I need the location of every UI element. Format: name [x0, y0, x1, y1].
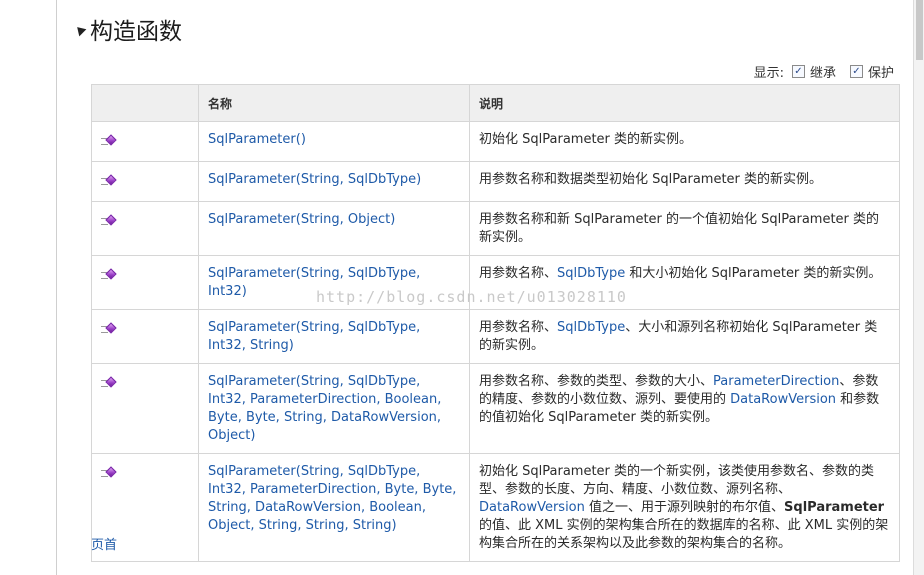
constructor-link[interactable]: SqlParameter(String, SqlDbType, Int32, P…	[208, 464, 456, 533]
table-row: SqlParameter(String, SqlDbType) 用参数名称和数据类…	[91, 161, 900, 202]
vertical-scrollbar[interactable]	[913, 0, 924, 575]
table-row: SqlParameter(String, SqlDbType, Int32, S…	[91, 309, 900, 364]
description-text: 用参数名称、参数的类型、参数的大小、	[479, 374, 714, 389]
row-description-cell: 用参数名称、SqlDbType 和大小初始化 SqlParameter 类的新实…	[469, 255, 900, 310]
row-icon-cell	[91, 121, 199, 162]
description-text: 初始化 SqlParameter 类的一个新实例，该类使用参数名、参数的类型、参…	[479, 464, 875, 497]
table-row: SqlParameter(String, SqlDbType, Int32, P…	[91, 363, 900, 454]
icon-column-header	[91, 84, 199, 122]
back-to-top-link[interactable]: 页首	[91, 534, 117, 553]
description-text: 用参数名称和新 SqlParameter 的一个值初始化 SqlParamete…	[479, 212, 880, 245]
protected-checkbox[interactable]: ✓	[849, 65, 863, 78]
protected-label[interactable]: 保护	[868, 62, 894, 81]
filter-label: 显示:	[753, 66, 784, 81]
member-filter-bar: 显示: ✓ 继承 ✓ 保护	[754, 62, 900, 81]
row-icon-cell	[91, 363, 199, 454]
row-name-cell: SqlParameter(String, SqlDbType, Int32, P…	[198, 453, 470, 562]
public-method-icon	[101, 322, 119, 335]
section-header[interactable]: 构造函数	[73, 12, 182, 46]
table-row: SqlParameter(String, Object) 用参数名称和新 SqlP…	[91, 201, 900, 256]
constructor-link[interactable]: SqlParameter()	[208, 132, 306, 147]
row-name-cell: SqlParameter()	[198, 121, 470, 162]
row-description-cell: 用参数名称和数据类型初始化 SqlParameter 类的新实例。	[469, 161, 900, 202]
constructor-link[interactable]: SqlParameter(String, SqlDbType, Int32, P…	[208, 374, 441, 443]
row-name-cell: SqlParameter(String, SqlDbType)	[198, 161, 470, 202]
description-text: 的值、此 XML 实例的架构集合所在的数据库的名称、此 XML 实例的架构集合所…	[479, 518, 889, 551]
description-text: 初始化 SqlParameter 类的新实例。	[479, 132, 693, 147]
type-link[interactable]: SqlDbType	[557, 320, 625, 335]
row-name-cell: SqlParameter(String, Object)	[198, 201, 470, 256]
table-header-row: 名称 说明	[91, 84, 900, 122]
description-text: 用参数名称、	[479, 320, 558, 335]
public-method-icon	[101, 214, 119, 227]
row-icon-cell	[91, 161, 199, 202]
table-row: SqlParameter(String, SqlDbType, Int32, P…	[91, 453, 900, 562]
row-icon-cell	[91, 255, 199, 310]
row-name-cell: SqlParameter(String, SqlDbType, Int32, S…	[198, 309, 470, 364]
name-column-header: 名称	[198, 84, 470, 122]
scrollbar-thumb[interactable]	[916, 0, 923, 60]
description-text: 值之一、用于源列映射的布尔值、	[584, 500, 785, 515]
row-name-cell: SqlParameter(String, SqlDbType, Int32)	[198, 255, 470, 310]
row-description-cell: 用参数名称、SqlDbType、大小和源列名称初始化 SqlParameter …	[469, 309, 900, 364]
description-text: 和大小初始化 SqlParameter 类的新实例。	[625, 266, 882, 281]
collapse-arrow-icon[interactable]	[73, 23, 87, 37]
type-link[interactable]: SqlDbType	[557, 266, 625, 281]
public-method-icon	[101, 376, 119, 389]
row-icon-cell	[91, 309, 199, 364]
description-column-header: 说明	[469, 84, 900, 122]
row-name-cell: SqlParameter(String, SqlDbType, Int32, P…	[198, 363, 470, 454]
row-description-cell: 初始化 SqlParameter 类的一个新实例，该类使用参数名、参数的类型、参…	[469, 453, 900, 562]
section-title: 构造函数	[90, 19, 182, 45]
constructor-link[interactable]: SqlParameter(String, SqlDbType, Int32, S…	[208, 320, 420, 353]
row-description-cell: 初始化 SqlParameter 类的新实例。	[469, 121, 900, 162]
inherited-checkbox[interactable]: ✓	[791, 65, 805, 78]
constructor-link[interactable]: SqlParameter(String, SqlDbType)	[208, 172, 421, 187]
type-link[interactable]: DataRowVersion	[730, 392, 836, 407]
row-description-cell: 用参数名称和新 SqlParameter 的一个值初始化 SqlParamete…	[469, 201, 900, 256]
table-row: SqlParameter() 初始化 SqlParameter 类的新实例。	[91, 121, 900, 162]
description-text: 用参数名称和数据类型初始化 SqlParameter 类的新实例。	[479, 172, 823, 187]
public-method-icon	[101, 466, 119, 479]
description-text: 用参数名称、	[479, 266, 558, 281]
row-description-cell: 用参数名称、参数的类型、参数的大小、ParameterDirection、参数的…	[469, 363, 900, 454]
type-link[interactable]: ParameterDirection	[713, 374, 839, 389]
public-method-icon	[101, 134, 119, 147]
public-method-icon	[101, 268, 119, 281]
table-row: SqlParameter(String, SqlDbType, Int32) 用参…	[91, 255, 900, 310]
inherited-label[interactable]: 继承	[810, 62, 836, 81]
type-link[interactable]: DataRowVersion	[479, 500, 585, 515]
constructor-link[interactable]: SqlParameter(String, SqlDbType, Int32)	[208, 266, 420, 299]
constructors-table: 名称 说明 SqlParameter() 初始化 SqlParameter 类的新…	[91, 84, 900, 562]
row-icon-cell	[91, 201, 199, 256]
bold-type-name: SqlParameter	[784, 500, 885, 515]
public-method-icon	[101, 174, 119, 187]
constructor-link[interactable]: SqlParameter(String, Object)	[208, 212, 395, 227]
content-left-rule	[56, 0, 57, 575]
